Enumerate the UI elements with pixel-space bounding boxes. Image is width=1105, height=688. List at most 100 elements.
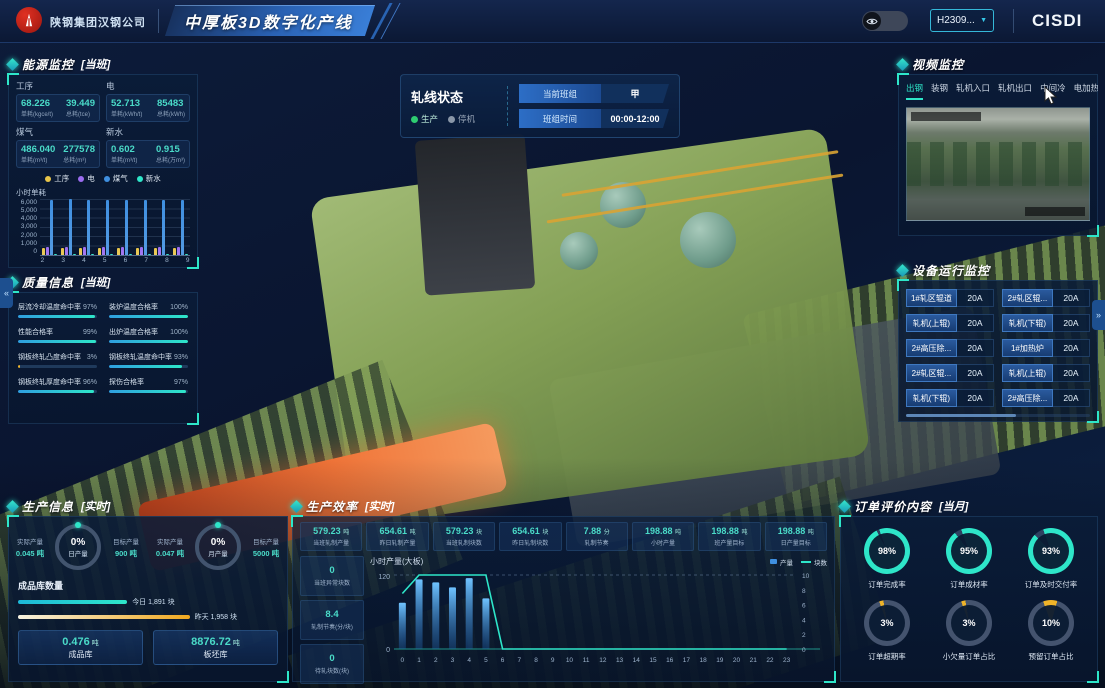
stat-value: 5000 吨 — [253, 548, 279, 559]
panel-equipment-title: 设备运行监控 — [898, 262, 1098, 278]
panel-title-text: 生产效率 — [306, 498, 358, 515]
svg-text:0: 0 — [386, 647, 390, 654]
efficiency-card: 198.88 吨小时产量 — [632, 522, 694, 551]
equipment-current-value: 20A — [1053, 289, 1090, 307]
quality-item: 探伤合格率97% — [109, 377, 188, 393]
card-value: 198.88 吨 — [778, 526, 814, 536]
svg-text:23: 23 — [783, 657, 791, 664]
quality-progress-track — [109, 340, 188, 343]
svg-text:10: 10 — [802, 573, 810, 580]
card-label: 昨日轧制块数 — [512, 538, 548, 547]
status-legend-item: 生产 — [411, 113, 438, 125]
equipment-name-button[interactable]: 轧机(下辊) — [1002, 314, 1053, 332]
energy-stat-group-label: 电 — [106, 80, 190, 92]
equipment-name-button[interactable]: 1#加热炉 — [1002, 339, 1053, 357]
box-value: 0.476吨 — [62, 636, 99, 648]
top-header: 陕钢集团汉钢公司 中厚板3D数字化产线 H2309... ▼ CISDI — [0, 0, 1105, 43]
donut-label: 小欠量订单占比 — [943, 651, 996, 662]
panel-title-text: 设备运行监控 — [912, 262, 990, 279]
bar — [98, 248, 101, 255]
donut-percent: 95% — [960, 546, 978, 556]
video-tab-装钢[interactable]: 装钢 — [931, 82, 948, 100]
equipment-current-value: 20A — [1053, 364, 1090, 382]
video-feed[interactable] — [906, 107, 1090, 221]
panel-production: 生产信息 [实时] 实际产量0.045 吨0%日产量目标产量900 吨实际产量0… — [8, 498, 288, 682]
panel-orders-title: 订单评价内容 [当月] — [840, 498, 1098, 514]
bar — [129, 254, 132, 255]
video-tab-轧机出口[interactable]: 轧机出口 — [998, 82, 1032, 100]
quality-progress-fill — [18, 315, 95, 318]
y-tick: 0 — [33, 248, 37, 255]
equipment-name-button[interactable]: 2#轧区辊... — [1002, 289, 1053, 307]
right-collapse-handle[interactable]: » — [1092, 300, 1105, 330]
energy-stat-group: 电52.713单耗(kWh/t)85483总耗(kWh) — [106, 80, 190, 122]
svg-text:0: 0 — [401, 657, 405, 664]
bar — [79, 248, 82, 255]
energy-stat-value: 85483 — [157, 98, 185, 109]
energy-stat-unit: 总耗(kWh) — [157, 109, 185, 118]
donut-label: 订单成材率 — [950, 579, 988, 590]
efficiency-card: 198.88 吨班产量目标 — [698, 522, 760, 551]
legend-label: 块数 — [814, 557, 827, 567]
equipment-item: 1#加热炉20A — [1002, 339, 1090, 357]
stat-label: 实际产量 — [157, 536, 183, 546]
dashboard-root: 陕钢集团汉钢公司 中厚板3D数字化产线 H2309... ▼ CISDI 能源监… — [0, 0, 1105, 688]
equipment-scrollbar[interactable] — [906, 414, 1090, 417]
quality-progress-fill — [18, 340, 96, 343]
equipment-name-button[interactable]: 轧机(上辊) — [1002, 364, 1053, 382]
svg-text:2: 2 — [434, 657, 438, 664]
energy-stat-group: 工序68.226单耗(kgce/t)39.449总耗(tce) — [16, 80, 100, 122]
donut-hole: 3% — [869, 605, 905, 641]
equipment-name-button[interactable]: 轧机(下辊) — [906, 389, 957, 407]
equipment-current-value: 20A — [957, 389, 994, 407]
quality-item: 装炉温度合格率100% — [109, 302, 188, 318]
equipment-item: 轧机(上辊)20A — [906, 314, 994, 332]
svg-text:9: 9 — [551, 657, 555, 664]
order-donuts: 98%订单完成率95%订单成材率93%订单及时交付率3%订单超期率3%小欠量订单… — [840, 516, 1098, 662]
svg-text:1: 1 — [417, 657, 421, 664]
donut-hole: 95% — [951, 533, 987, 569]
equipment-item: 1#轧区辊道20A — [906, 289, 994, 307]
scrollbar-thumb[interactable] — [906, 414, 1016, 417]
equipment-name-button[interactable]: 2#高压除... — [906, 339, 957, 357]
line-select-dropdown[interactable]: H2309... ▼ — [930, 9, 994, 32]
y-tick: 3,000 — [21, 223, 37, 230]
donut-label: 订单完成率 — [868, 579, 906, 590]
equipment-item: 轧机(下辊)20A — [906, 389, 994, 407]
status-legend-label: 生产 — [421, 113, 438, 125]
card-label: 当班轧制产量 — [313, 538, 349, 547]
equipment-name-button[interactable]: 2#轧区辊... — [906, 364, 957, 382]
equipment-name-button[interactable]: 轧机(上辊) — [906, 314, 957, 332]
quality-item: 出炉温度合格率100% — [109, 327, 188, 343]
svg-text:12: 12 — [599, 657, 607, 664]
card-value: 198.88 吨 — [645, 526, 681, 536]
energy-stat-unit: 总耗(tce) — [66, 109, 95, 118]
video-tab-出钢[interactable]: 出钢 — [906, 82, 923, 100]
svg-text:19: 19 — [716, 657, 724, 664]
diamond-icon — [838, 500, 851, 513]
box-value: 8876.72吨 — [191, 636, 240, 648]
inventory-bar-label: 昨天 1,958 块 — [195, 612, 237, 622]
quality-item-label: 出炉温度合格率 — [109, 327, 158, 337]
quality-progress-track — [109, 315, 188, 318]
bar — [73, 254, 76, 255]
diamond-icon — [6, 58, 19, 71]
svg-text:120: 120 — [378, 574, 390, 581]
efficiency-card: 654.61 块昨日轧制块数 — [499, 522, 561, 551]
quality-item-label: 探伤合格率 — [109, 377, 144, 387]
video-tab-电加热[interactable]: 电加热 — [1074, 82, 1098, 100]
side-stat-value: 0 — [329, 565, 334, 576]
svg-text:6: 6 — [501, 657, 505, 664]
equipment-name-button[interactable]: 1#轧区辊道 — [906, 289, 957, 307]
title-stripe — [380, 3, 400, 39]
donut-percent: 93% — [1042, 546, 1060, 556]
visibility-toggle[interactable] — [862, 11, 908, 31]
video-tab-轧机入口[interactable]: 轧机入口 — [956, 82, 990, 100]
equipment-name-button[interactable]: 2#高压除... — [1002, 389, 1053, 407]
chart-legend-item: 产量 — [770, 557, 793, 567]
inventory-bar — [18, 600, 127, 604]
left-collapse-handle[interactable]: « — [0, 278, 13, 308]
stat-value: 0.045 吨 — [16, 548, 44, 559]
chevron-down-icon: ▼ — [980, 17, 987, 24]
bar — [87, 200, 90, 255]
